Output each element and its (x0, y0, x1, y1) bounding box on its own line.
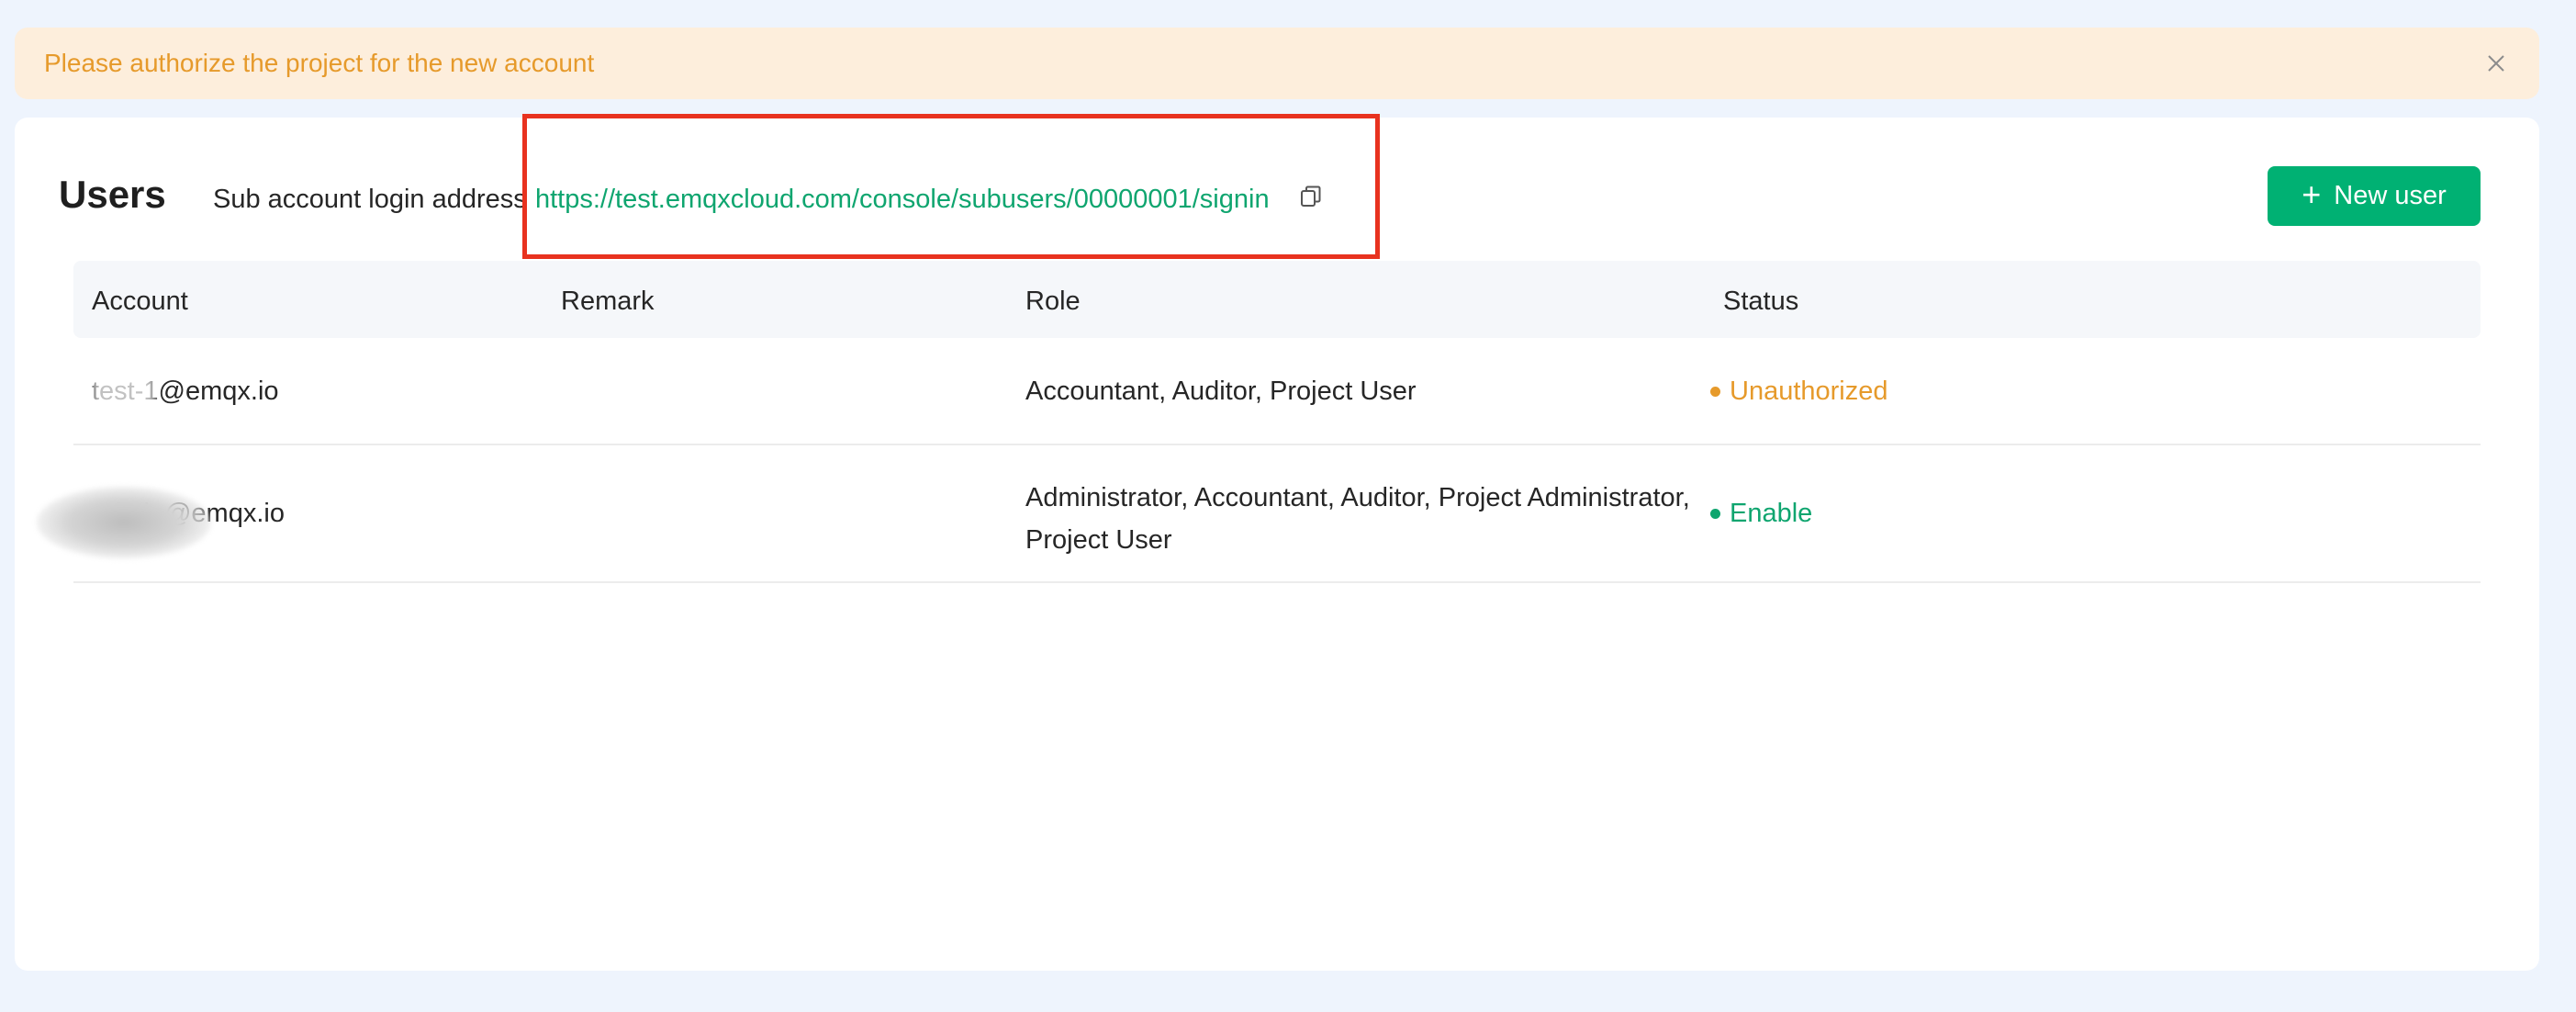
table-row[interactable]: test-1@emqx.io Accountant, Auditor, Proj… (73, 338, 2481, 445)
table-header: Account Remark Role Status (73, 261, 2481, 338)
role-cell: Administrator, Accountant, Auditor, Proj… (1025, 477, 1690, 561)
role-line: Project User (1025, 525, 1172, 555)
table-row[interactable]: admin@emqx.io Administrator, Accountant,… (73, 445, 2481, 583)
status-badge: Unauthorized (1710, 377, 1888, 407)
status-text: Enable (1730, 499, 1813, 528)
status-badge: Enable (1710, 499, 1812, 529)
column-header-status: Status (1723, 287, 1799, 316)
page-title: Users (59, 173, 166, 216)
column-header-remark: Remark (561, 287, 655, 316)
alert-message: Please authorize the project for the new… (44, 49, 595, 77)
highlight-annotation-box (522, 114, 1380, 259)
new-user-label: New user (2334, 181, 2447, 210)
redaction-blur (92, 375, 156, 408)
authorize-alert: Please authorize the project for the new… (15, 28, 2539, 99)
role-line: Administrator, Accountant, Auditor, Proj… (1025, 483, 1690, 512)
close-icon[interactable] (2482, 50, 2510, 77)
column-header-account: Account (92, 287, 188, 316)
status-dot-icon (1710, 387, 1720, 397)
redaction-blur (37, 487, 211, 558)
subaccount-address-label: Sub account login address (213, 185, 527, 214)
status-dot-icon (1710, 509, 1720, 519)
new-user-button[interactable]: + New user (2268, 166, 2481, 226)
column-header-role: Role (1025, 287, 1081, 316)
plus-icon: + (2302, 175, 2322, 213)
role-cell: Accountant, Auditor, Project User (1025, 377, 1417, 406)
status-text: Unauthorized (1730, 377, 1888, 406)
